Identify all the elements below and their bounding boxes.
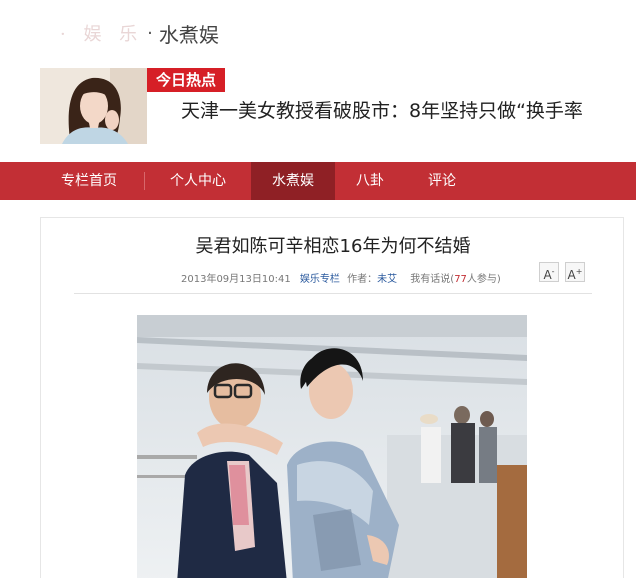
nav-item-shuizhuyu[interactable]: 水煮娱	[251, 162, 335, 200]
article-photo	[137, 315, 527, 578]
font-increase-sign: +	[575, 267, 583, 276]
publish-date: 2013年09月13日10:41	[181, 274, 291, 285]
nav-item-column-home[interactable]: 专栏首页	[34, 162, 144, 200]
hot-news-thumbnail[interactable]	[40, 68, 147, 144]
meta-divider	[74, 293, 592, 294]
hot-news-headline[interactable]: 天津一美女教授看破股市：8年坚持只做“换手率	[181, 96, 636, 126]
author-label: 作者：	[347, 274, 378, 285]
author-link[interactable]: 未艾	[377, 274, 397, 285]
font-decrease-letter: A	[543, 268, 552, 282]
comment-link[interactable]: 我有话说(77人参与)	[410, 274, 501, 285]
article-title: 吴君如陈可辛相恋16年为何不结婚	[195, 236, 471, 257]
logo-dot: ·	[147, 22, 153, 44]
comment-count: 77	[454, 274, 467, 285]
font-size-increase-icon[interactable]: A+	[565, 262, 585, 282]
nav-item-personal-center[interactable]: 个人中心	[145, 162, 251, 200]
comment-suffix: 人参与)	[466, 274, 501, 285]
comment-prefix: 我有话说(	[410, 274, 455, 285]
hot-news-badge: 今日热点	[147, 68, 225, 92]
site-logo[interactable]: · 娱 乐 · 水煮娱	[60, 16, 219, 50]
font-size-decrease-icon[interactable]: A-	[539, 262, 559, 282]
nav-item-gossip[interactable]: 八卦	[335, 162, 405, 200]
main-nav: 专栏首页 个人中心 水煮娱 八卦 评论	[0, 162, 636, 200]
logo-faded-text: · 娱 乐	[60, 24, 144, 45]
font-decrease-sign: -	[551, 267, 555, 276]
article-meta: 2013年09月13日10:41 娱乐专栏 作者：未艾 我有话说(77人参与)	[181, 270, 501, 285]
article-card: 吴君如陈可辛相恋16年为何不结婚 2013年09月13日10:41 娱乐专栏 作…	[40, 217, 624, 578]
nav-item-comments[interactable]: 评论	[405, 162, 479, 200]
logo-name: 水煮娱	[158, 22, 219, 47]
column-link[interactable]: 娱乐专栏	[300, 274, 340, 285]
font-increase-letter: A	[567, 268, 576, 282]
